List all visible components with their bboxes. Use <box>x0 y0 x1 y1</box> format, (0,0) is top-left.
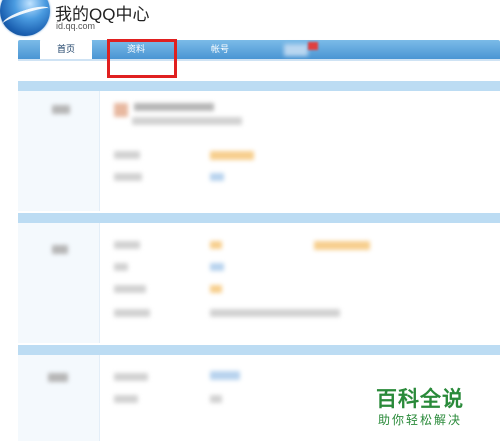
section-header-bar <box>18 213 500 223</box>
section-label-column <box>18 223 100 343</box>
field-label-obscured <box>114 395 138 403</box>
main-nav: 首页 资料 帐号 <box>18 38 500 59</box>
section-label-obscured <box>52 105 70 114</box>
field-value-obscured <box>210 395 222 403</box>
nav-obscured-item <box>284 44 308 56</box>
section-label-column <box>18 91 100 211</box>
field-value-obscured <box>210 241 222 249</box>
info-section-basic <box>18 81 500 211</box>
section-content <box>100 91 500 211</box>
field-label-obscured <box>114 151 140 159</box>
field-label-obscured <box>114 309 150 317</box>
qq-globe-logo-icon[interactable] <box>0 0 51 36</box>
field-value-obscured <box>210 263 224 271</box>
tab-account[interactable]: 帐号 <box>200 40 240 59</box>
site-domain: id.qq.com <box>56 21 96 31</box>
field-label-obscured <box>114 241 140 249</box>
info-section-detail <box>18 213 500 343</box>
nav-divider <box>18 59 500 61</box>
highlight-annotation-box <box>107 39 177 78</box>
field-value-obscured <box>314 241 370 250</box>
watermark-title: 百科全说 <box>376 388 464 411</box>
section-header-bar <box>18 345 500 355</box>
field-value-obscured <box>210 173 224 181</box>
field-value-obscured <box>210 151 254 160</box>
section-label-obscured <box>52 245 68 254</box>
watermark-subtitle: 助你轻松解决 <box>378 413 463 427</box>
section-content <box>100 223 500 343</box>
section-header-bar <box>18 81 500 91</box>
section-label-column <box>18 355 100 441</box>
tab-home[interactable]: 首页 <box>40 38 92 59</box>
field-label-obscured <box>114 263 128 271</box>
signature-obscured <box>132 117 242 125</box>
field-label-obscured <box>114 285 146 293</box>
section-label-obscured <box>48 373 68 382</box>
nav-obscured-badge <box>308 42 318 50</box>
field-value-link-obscured[interactable] <box>210 371 240 380</box>
page-header: 我的QQ中心 id.qq.com <box>0 0 500 40</box>
field-value-obscured <box>210 285 222 293</box>
nickname-obscured <box>134 103 214 111</box>
field-label-obscured <box>114 173 142 181</box>
field-value-obscured <box>210 309 340 317</box>
field-label-obscured <box>114 373 148 381</box>
watermark-logo: 百科全说 助你轻松解决 <box>373 380 495 436</box>
avatar[interactable] <box>114 103 128 117</box>
